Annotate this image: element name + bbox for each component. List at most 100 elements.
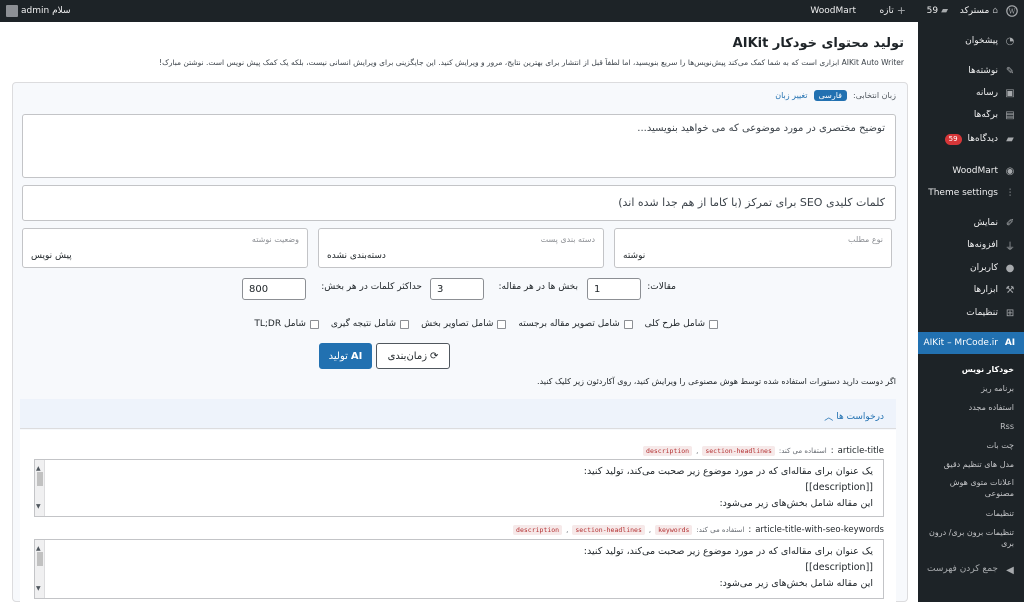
greeting-label: سلام admin <box>21 6 71 16</box>
prompt-tag: description <box>513 525 563 535</box>
wp-logo-icon[interactable]: W <box>1006 0 1018 22</box>
category-select[interactable]: دسته بندی پست دسته‌بندی نشده <box>318 228 604 268</box>
sidebar-label: نمایش <box>973 218 998 228</box>
sliders-icon: ⫶ <box>1008 187 1012 199</box>
post-status-select[interactable]: وضعیت نوشته پیش نویس <box>22 228 308 268</box>
prompt-line: یک عنوان برای مقاله‌ای که در مورد موضوع … <box>583 546 873 557</box>
change-language-link[interactable]: تغییر زبان <box>775 91 807 100</box>
sidebar-item-theme-settings[interactable]: ⫶ Theme settings <box>918 182 1024 204</box>
sidebar-label: دیدگاه‌ها <box>967 134 998 144</box>
checkbox-label: شامل TL;DR <box>254 319 306 329</box>
woodmart-label: WoodMart <box>810 6 856 16</box>
checkbox-box[interactable] <box>709 319 718 329</box>
scroll-down-icon[interactable]: ▼ <box>36 581 41 597</box>
checkbox-label: شامل طرح کلی <box>644 319 705 329</box>
site-name-link[interactable]: ⌂ مسترکد <box>960 0 998 22</box>
keywords-input[interactable]: کلمات کلیدی SEO برای تمرکز (با کاما از ه… <box>22 185 896 221</box>
keywords-placeholder: کلمات کلیدی SEO برای تمرکز (با کاما از ه… <box>618 196 885 209</box>
sidebar-item-tools[interactable]: ⚒ ابزارها <box>918 279 1024 301</box>
sidebar-item-pages[interactable]: ▤ برگه‌ها <box>918 104 1024 126</box>
sidebar-label: برگه‌ها <box>973 110 998 120</box>
articles-label: مقالات: <box>647 282 676 292</box>
sidebar-label: رسانه <box>976 88 998 98</box>
comments-count: 59 <box>926 6 939 16</box>
sidebar-item-posts[interactable]: ✎ نوشته‌ها <box>918 60 1024 82</box>
new-label: تازه <box>879 6 894 16</box>
topic-textarea[interactable]: توضیح مختصری در مورد موضوعی که می خواهید… <box>22 114 896 178</box>
sidebar-item-dashboard[interactable]: ◔ پیشخوان <box>918 30 1024 52</box>
sidebar-item-appearance[interactable]: ✐ نمایش <box>918 212 1024 234</box>
prompt-line: [[description]] <box>805 562 873 573</box>
checkbox-box[interactable] <box>497 319 507 329</box>
prompt-tag: description <box>643 446 693 456</box>
category-value: دسته‌بندی نشده <box>327 251 386 261</box>
submenu-smart-content[interactable]: اعلانات متوی هوش مصنوعی <box>918 477 1024 499</box>
comment-bubble-icon: ▰ <box>941 6 948 16</box>
collapse-arrow-icon: ◀ <box>1006 564 1014 576</box>
schedule-button[interactable]: ⟳ زمان‌بندی <box>376 343 450 369</box>
checkbox-box[interactable] <box>400 319 410 329</box>
status-label: وضعیت نوشته <box>251 235 299 244</box>
sidebar-item-woodmart[interactable]: ◉ WoodMart <box>918 160 1024 182</box>
post-type-select[interactable]: نوع مطلب نوشته <box>614 228 892 268</box>
submenu-settings[interactable]: تنظیمات <box>918 508 1024 519</box>
max-words-input[interactable]: 800 <box>242 278 306 300</box>
sections-input[interactable]: 3 <box>430 278 484 300</box>
checkbox-box[interactable] <box>309 319 319 329</box>
scroll-thumb[interactable] <box>37 472 43 486</box>
prompt-textarea[interactable]: ▲ ▼ یک عنوان برای مقاله‌ای که در مورد مو… <box>34 539 884 599</box>
submenu-import-export[interactable]: تنظیمات برون بری/ درون بری <box>918 527 1024 549</box>
sidebar-item-settings[interactable]: ⊞ تنظیمات <box>918 302 1024 324</box>
submenu-rss[interactable]: Rss <box>918 421 1024 432</box>
prompt-textarea[interactable]: ▲ ▼ یک عنوان برای مقاله‌ای که در مورد مو… <box>34 459 884 517</box>
sidebar-item-comments[interactable]: ▰ دیدگاه‌ها 59 <box>918 128 1024 150</box>
sidebar-label: تنظیمات <box>966 308 998 318</box>
new-content-link[interactable]: + تازه <box>879 0 906 22</box>
scroll-down-icon[interactable]: ▼ <box>36 499 41 515</box>
plug-icon: ⏚ <box>1005 241 1015 253</box>
language-badge: فارسی <box>813 90 847 101</box>
prompt-name: article-title-with-seo-keywords <box>755 525 884 535</box>
submenu-scheduler[interactable]: برنامه ریز <box>918 383 1024 394</box>
tldr-checkbox[interactable]: شامل TL;DR <box>254 319 319 329</box>
scroll-thumb[interactable] <box>37 552 43 566</box>
submenu-fine-tune[interactable]: مدل های تنظیم دقیق <box>918 459 1024 470</box>
comments-badge: 59 <box>944 133 962 145</box>
sidebar-label: افزونه‌ها <box>967 240 998 250</box>
admin-sidebar: ◔ پیشخوان ✎ نوشته‌ها ▣ رسانه ▤ برگه‌ها ▰… <box>918 22 1024 602</box>
woodmart-icon: ◉ <box>1005 165 1015 177</box>
section-images-checkbox[interactable]: شامل تصاویر بخش <box>421 319 507 329</box>
ai-icon: AI <box>350 350 363 362</box>
user-account-link[interactable]: سلام admin <box>6 0 71 22</box>
checkbox-box[interactable] <box>623 319 633 329</box>
sidebar-item-users[interactable]: ● کاربران <box>918 257 1024 279</box>
post-type-value: نوشته <box>623 251 646 261</box>
prompt-header: article-title: استفاده می کند: section-h… <box>643 446 884 456</box>
prompt-tag: section-headlines <box>572 525 645 535</box>
sidebar-item-aikit[interactable]: AI AIKit – MrCode.ir <box>918 332 1024 354</box>
generate-label: تولید <box>328 350 348 362</box>
submenu-usage[interactable]: استفاده مجدد <box>918 402 1024 413</box>
conclusion-checkbox[interactable]: شامل نتیجه گیری <box>330 319 410 329</box>
scrollbar[interactable]: ▲ ▼ <box>35 460 45 516</box>
scrollbar[interactable]: ▲ ▼ <box>35 540 45 598</box>
submenu-auto-writer[interactable]: خودکار نویس <box>918 364 1024 375</box>
generate-button[interactable]: AI تولید <box>319 343 372 369</box>
used-by-label: استفاده می کند: <box>778 447 827 455</box>
submenu-chat[interactable]: چت بات <box>918 440 1024 451</box>
language-row: زبان انتخابی: فارسی تغییر زبان <box>775 90 896 101</box>
featured-image-checkbox[interactable]: شامل تصویر مقاله برجسته <box>518 319 633 329</box>
sidebar-item-plugins[interactable]: ⏚ افزونه‌ها <box>918 234 1024 256</box>
woodmart-link[interactable]: WoodMart <box>810 0 856 22</box>
comments-link[interactable]: ▰ 59 <box>927 0 948 22</box>
articles-input[interactable]: 1 <box>587 278 641 300</box>
requests-title[interactable]: درخواست ها ︿ <box>824 410 884 424</box>
collapse-menu-button[interactable]: ◀ جمع کردن فهرست <box>918 562 1024 598</box>
sidebar-item-media[interactable]: ▣ رسانه <box>918 82 1024 104</box>
refresh-icon: ⟳ <box>430 350 439 362</box>
comment-icon: ▰ <box>1006 133 1014 145</box>
outline-checkbox[interactable]: شامل طرح کلی <box>645 319 718 329</box>
sidebar-label: جمع کردن فهرست <box>927 564 998 574</box>
checkbox-label: شامل نتیجه گیری <box>330 319 397 329</box>
requests-accordion-header[interactable] <box>20 399 896 429</box>
